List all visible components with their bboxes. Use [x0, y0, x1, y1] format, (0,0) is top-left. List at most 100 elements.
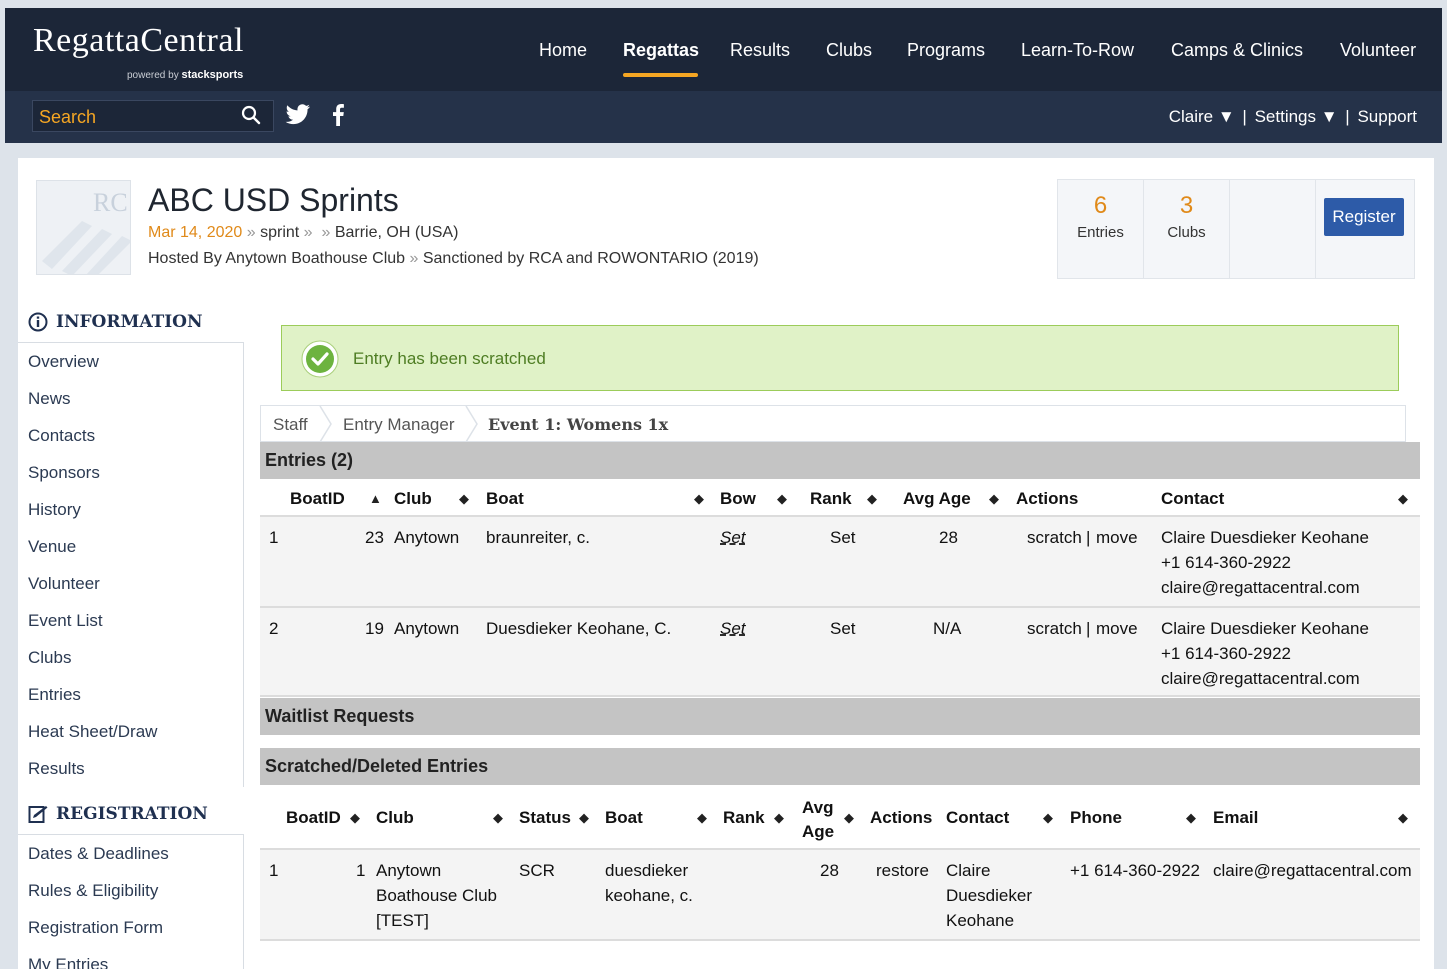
table-row: 2 19 Anytown Duesdieker Keohane, C. Set …: [260, 608, 1420, 697]
sidebar-item-registration-form[interactable]: Registration Form: [18, 909, 243, 946]
sidebar-item-event-list[interactable]: Event List: [18, 602, 243, 639]
column-header-club[interactable]: Club: [394, 489, 432, 509]
sidebar-item-news[interactable]: News: [18, 380, 243, 417]
column-header-boat[interactable]: Boat: [605, 808, 643, 828]
nav-learn-to-row[interactable]: Learn-To-Row: [1021, 40, 1134, 61]
sort-icon[interactable]: ◆: [1043, 810, 1053, 826]
user-menu[interactable]: Claire ▼: [1169, 107, 1235, 126]
contact-email-link[interactable]: claire@regattacentral.com: [1161, 666, 1360, 691]
column-header-phone[interactable]: Phone: [1070, 808, 1122, 828]
breadcrumb-staff[interactable]: Staff: [273, 415, 308, 435]
scratched-section-title: Scratched/Deleted Entries: [260, 748, 1420, 785]
sort-icon[interactable]: ◆: [844, 810, 854, 826]
sidebar-item-results[interactable]: Results: [18, 750, 243, 787]
sidebar-item-history[interactable]: History: [18, 491, 243, 528]
regatta-host: Hosted By Anytown Boathouse Club » Sanct…: [148, 250, 759, 267]
sort-icon[interactable]: ◆: [989, 491, 999, 507]
sort-icon[interactable]: ◆: [350, 810, 360, 826]
set-rank-link[interactable]: Set: [830, 525, 856, 550]
column-header-status[interactable]: Status: [519, 808, 571, 828]
regatta-logo: RC: [36, 180, 131, 275]
breadcrumb-current-event: Event 1: Womens 1x: [488, 415, 669, 434]
sidebar-item-sponsors[interactable]: Sponsors: [18, 454, 243, 491]
scratch-link[interactable]: scratch: [1027, 525, 1082, 550]
column-header-contact[interactable]: Contact: [946, 808, 1009, 828]
sort-icon[interactable]: ◆: [1398, 810, 1408, 826]
site-logo[interactable]: RegattaCentral: [33, 22, 244, 60]
nav-volunteer[interactable]: Volunteer: [1340, 40, 1416, 61]
twitter-icon[interactable]: [285, 104, 311, 126]
contact-email-link[interactable]: claire@regattacentral.com: [1213, 858, 1412, 883]
column-header-avg-age[interactable]: Avg Age: [903, 489, 971, 509]
sidebar-item-my-entries[interactable]: My Entries: [18, 946, 243, 969]
sort-icon[interactable]: ◆: [1398, 491, 1408, 507]
sort-icon[interactable]: ◆: [774, 810, 784, 826]
sidebar-item-rules-eligibility[interactable]: Rules & Eligibility: [18, 872, 243, 909]
facebook-icon[interactable]: [331, 104, 345, 126]
sort-icon[interactable]: ◆: [1186, 810, 1196, 826]
sort-icon[interactable]: ◆: [493, 810, 503, 826]
settings-menu[interactable]: Settings ▼: [1255, 107, 1338, 126]
user-links: Claire ▼ | Settings ▼ | Support: [1168, 107, 1417, 126]
move-link[interactable]: move: [1096, 616, 1138, 641]
search-icon[interactable]: [241, 105, 261, 125]
column-header-club[interactable]: Club: [376, 808, 414, 828]
sidebar-item-heat-sheet[interactable]: Heat Sheet/Draw: [18, 713, 243, 750]
breadcrumb: Staff Entry Manager Event 1: Womens 1x: [260, 405, 1406, 442]
entries-stat[interactable]: 6 Entries: [1058, 180, 1144, 278]
sidebar-item-volunteer[interactable]: Volunteer: [18, 565, 243, 602]
svg-text:RC: RC: [93, 188, 128, 217]
sidebar-item-entries[interactable]: Entries: [18, 676, 243, 713]
breadcrumb-separator-icon: [319, 406, 332, 442]
column-header-rank[interactable]: Rank: [810, 489, 852, 509]
nav-results[interactable]: Results: [730, 40, 790, 61]
set-bow-link[interactable]: Set: [720, 525, 746, 550]
scratch-link[interactable]: scratch: [1027, 616, 1082, 641]
information-menu: Overview News Contacts Sponsors History …: [18, 342, 244, 787]
contact-email-link[interactable]: claire@regattacentral.com: [1161, 575, 1360, 600]
column-header-avg-age[interactable]: Avg Age: [802, 796, 842, 844]
nav-clubs[interactable]: Clubs: [826, 40, 872, 61]
move-link[interactable]: move: [1096, 525, 1138, 550]
sidebar-item-overview[interactable]: Overview: [18, 343, 243, 380]
nav-camps-clinics[interactable]: Camps & Clinics: [1171, 40, 1303, 61]
breadcrumb-entry-manager[interactable]: Entry Manager: [343, 415, 455, 435]
sidebar-item-dates-deadlines[interactable]: Dates & Deadlines: [18, 835, 243, 872]
column-header-email[interactable]: Email: [1213, 808, 1258, 828]
regatta-date: Mar 14, 2020: [148, 224, 243, 241]
column-header-boatid[interactable]: BoatID: [286, 808, 341, 828]
stats-spacer: [1230, 180, 1316, 278]
column-header-actions: Actions: [870, 808, 933, 827]
sort-icon[interactable]: ◆: [867, 491, 877, 507]
clubs-stat[interactable]: 3 Clubs: [1144, 180, 1230, 278]
waitlist-section-title: Waitlist Requests: [260, 698, 1420, 735]
success-alert: Entry has been scratched: [281, 325, 1399, 391]
utility-bar: Claire ▼ | Settings ▼ | Support: [5, 91, 1442, 143]
sidebar-item-contacts[interactable]: Contacts: [18, 417, 243, 454]
sort-icon[interactable]: ◆: [777, 491, 787, 507]
column-header-boat[interactable]: Boat: [486, 489, 524, 509]
table-row: 1 23 Anytown braunreiter, c. Set Set 28 …: [260, 517, 1420, 608]
column-header-contact[interactable]: Contact: [1161, 489, 1224, 509]
sort-icon[interactable]: ◆: [459, 491, 469, 507]
set-bow-link[interactable]: Set: [720, 616, 746, 641]
register-button[interactable]: Register: [1324, 198, 1404, 236]
column-header-bow[interactable]: Bow: [720, 489, 756, 509]
sidebar-item-venue[interactable]: Venue: [18, 528, 243, 565]
set-rank-link[interactable]: Set: [830, 616, 856, 641]
sort-icon[interactable]: ◆: [579, 810, 589, 826]
column-header-boatid[interactable]: BoatID: [290, 489, 345, 509]
sort-icon[interactable]: ◆: [697, 810, 707, 826]
sort-icon[interactable]: ◆: [694, 491, 704, 507]
registration-menu: Dates & Deadlines Rules & Eligibility Re…: [18, 834, 244, 969]
search-input[interactable]: [39, 105, 229, 129]
nav-programs[interactable]: Programs: [907, 40, 985, 61]
support-link[interactable]: Support: [1357, 107, 1417, 126]
entries-section-title: Entries (2): [260, 442, 1420, 479]
restore-link[interactable]: restore: [876, 858, 929, 883]
nav-home[interactable]: Home: [539, 40, 587, 61]
nav-regattas[interactable]: Regattas: [623, 40, 699, 61]
sort-icon[interactable]: ▲: [369, 491, 382, 506]
sidebar-item-clubs[interactable]: Clubs: [18, 639, 243, 676]
column-header-rank[interactable]: Rank: [723, 808, 765, 828]
